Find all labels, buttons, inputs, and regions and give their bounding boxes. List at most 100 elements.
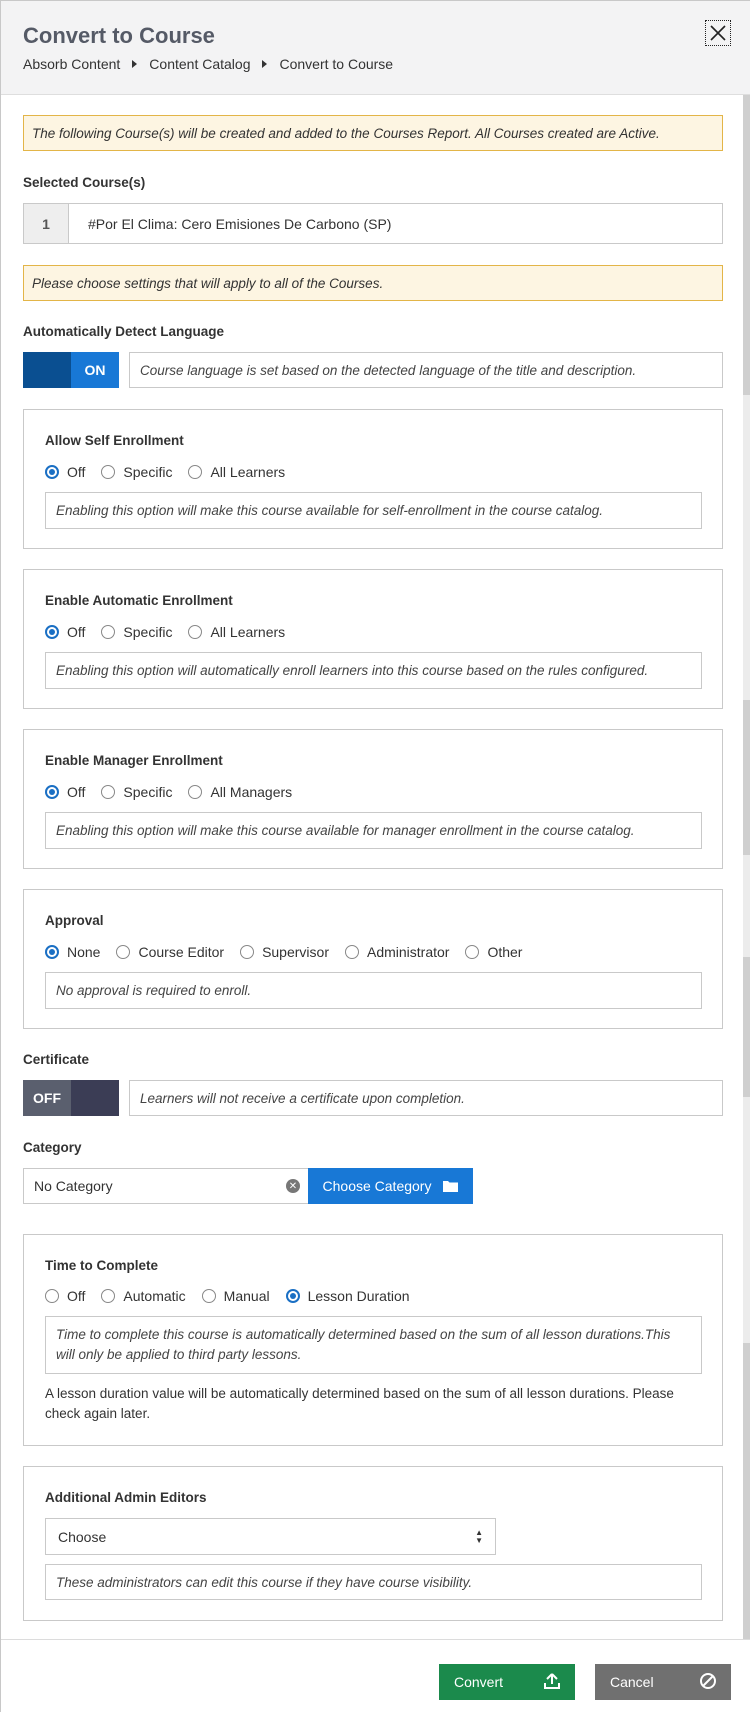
breadcrumb-current: Convert to Course [279, 56, 394, 72]
radio-label: Supervisor [262, 944, 329, 960]
radio-specific[interactable]: Specific [101, 784, 172, 800]
radio-selected-icon [45, 465, 59, 479]
radio-course-editor[interactable]: Course Editor [116, 944, 224, 960]
selected-courses-label: Selected Course(s) [23, 175, 146, 190]
radio-label: Administrator [366, 944, 450, 960]
radio-label: Other [487, 944, 523, 960]
auto-enrollment-title: Enable Automatic Enrollment [45, 593, 233, 608]
modal-footer: Convert Cancel [1, 1639, 750, 1712]
admin-editors-desc: These administrators can edit this cours… [45, 1564, 702, 1600]
toggle-state: ON [71, 352, 119, 388]
manager-enrollment-options: Off Specific All Managers [45, 784, 308, 800]
radio-icon [45, 1289, 59, 1303]
radio-icon [201, 1289, 216, 1303]
radio-selected-icon [45, 945, 59, 959]
radio-icon [344, 945, 359, 959]
radio-icon [101, 1289, 116, 1303]
radio-off[interactable]: Off [45, 784, 85, 800]
radio-automatic[interactable]: Automatic [101, 1288, 186, 1304]
radio-icon [101, 785, 116, 799]
time-to-complete-title: Time to Complete [45, 1258, 159, 1273]
radio-icon [101, 625, 116, 639]
convert-label: Convert [454, 1674, 504, 1690]
clear-icon[interactable]: ✕ [286, 1179, 300, 1193]
self-enrollment-title: Allow Self Enrollment [45, 433, 184, 448]
radio-off[interactable]: Off [45, 624, 85, 640]
toggle-knob [71, 1080, 119, 1116]
breadcrumb: Absorb Content Content Catalog Convert t… [23, 56, 393, 72]
radio-administrator[interactable]: Administrator [344, 944, 450, 960]
radio-label: Specific [123, 624, 173, 640]
detect-language-label: Automatically Detect Language [23, 324, 225, 339]
auto-enrollment-panel: Enable Automatic Enrollment Off Specific… [23, 569, 723, 709]
selected-course-row: 1 #Por El Clima: Cero Emisiones De Carbo… [23, 203, 723, 244]
convert-button[interactable]: Convert [439, 1664, 575, 1700]
radio-off[interactable]: Off [45, 464, 85, 480]
approval-title: Approval [45, 913, 104, 928]
modal-header: Convert to Course Absorb Content Content… [1, 1, 750, 95]
radio-all-managers[interactable]: All Managers [188, 784, 292, 800]
scrollbar-thumb[interactable] [743, 95, 750, 395]
page-title: Convert to Course [23, 23, 215, 48]
radio-label: Manual [223, 1288, 270, 1304]
radio-supervisor[interactable]: Supervisor [240, 944, 329, 960]
radio-label: Off [67, 1288, 86, 1304]
choose-category-button[interactable]: Choose Category [308, 1168, 473, 1204]
scrollbar-segment [743, 957, 750, 1097]
time-to-complete-panel: Time to Complete Off Automatic Manual Le… [23, 1234, 723, 1446]
radio-off[interactable]: Off [45, 1288, 85, 1304]
radio-all-learners[interactable]: All Learners [188, 464, 285, 480]
radio-all-learners[interactable]: All Learners [188, 624, 285, 640]
detect-language-desc: Course language is set based on the dete… [129, 352, 723, 388]
admin-editors-panel: Additional Admin Editors Choose ▲ ▼ These… [23, 1466, 723, 1621]
time-to-complete-desc: Time to complete this course is automati… [45, 1316, 702, 1374]
radio-label: All Managers [210, 784, 293, 800]
close-button[interactable] [705, 20, 731, 46]
radio-manual[interactable]: Manual [201, 1288, 270, 1304]
folder-icon [443, 1181, 459, 1192]
category-input[interactable]: No Category ✕ [23, 1168, 309, 1204]
radio-lesson-duration[interactable]: Lesson Duration [285, 1288, 410, 1304]
convert-to-course-modal: Convert to Course Absorb Content Content… [0, 0, 750, 1712]
certificate-desc: Learners will not receive a certificate … [129, 1080, 723, 1116]
radio-specific[interactable]: Specific [101, 464, 172, 480]
course-number: 1 [24, 204, 69, 243]
radio-other[interactable]: Other [465, 944, 522, 960]
certificate-label: Certificate [23, 1052, 90, 1067]
radio-label: All Learners [210, 464, 286, 480]
breadcrumb-absorb-content[interactable]: Absorb Content [23, 56, 120, 72]
radio-none[interactable]: None [45, 944, 100, 960]
close-icon [710, 25, 726, 41]
category-label: Category [23, 1140, 82, 1155]
admin-editors-select[interactable]: Choose ▲ ▼ [45, 1518, 496, 1555]
approval-panel: Approval None Course Editor Supervisor A… [23, 889, 723, 1029]
radio-selected-icon [45, 625, 59, 639]
certificate-toggle[interactable]: OFF [23, 1080, 119, 1116]
upload-icon [544, 1673, 560, 1689]
self-enrollment-options: Off Specific All Learners [45, 464, 301, 480]
manager-enrollment-desc: Enabling this option will make this cour… [45, 812, 702, 849]
choose-category-label: Choose Category [322, 1178, 432, 1194]
approval-options: None Course Editor Supervisor Administra… [45, 944, 538, 960]
radio-specific[interactable]: Specific [101, 624, 172, 640]
radio-icon [116, 945, 131, 959]
scrollbar-segment [743, 700, 750, 855]
radio-label: Lesson Duration [307, 1288, 410, 1304]
scrollbar[interactable] [743, 95, 750, 1640]
category-value: No Category [34, 1178, 113, 1194]
course-name: #Por El Clima: Cero Emisiones De Carbono… [88, 215, 392, 232]
radio-label: Automatic [123, 1288, 186, 1304]
cancel-button[interactable]: Cancel [595, 1664, 731, 1700]
radio-selected-icon [285, 1289, 300, 1303]
toggle-knob [23, 352, 71, 388]
manager-enrollment-title: Enable Manager Enrollment [45, 753, 223, 768]
auto-enrollment-desc: Enabling this option will automatically … [45, 652, 702, 689]
time-to-complete-options: Off Automatic Manual Lesson Duration [45, 1288, 426, 1304]
radio-label: Off [67, 464, 86, 480]
cancel-label: Cancel [610, 1674, 654, 1690]
detect-language-toggle[interactable]: ON [23, 352, 119, 388]
manager-enrollment-panel: Enable Manager Enrollment Off Specific A… [23, 729, 723, 869]
self-enrollment-desc: Enabling this option will make this cour… [45, 492, 702, 529]
admin-editors-title: Additional Admin Editors [45, 1490, 207, 1505]
breadcrumb-content-catalog[interactable]: Content Catalog [149, 56, 250, 72]
